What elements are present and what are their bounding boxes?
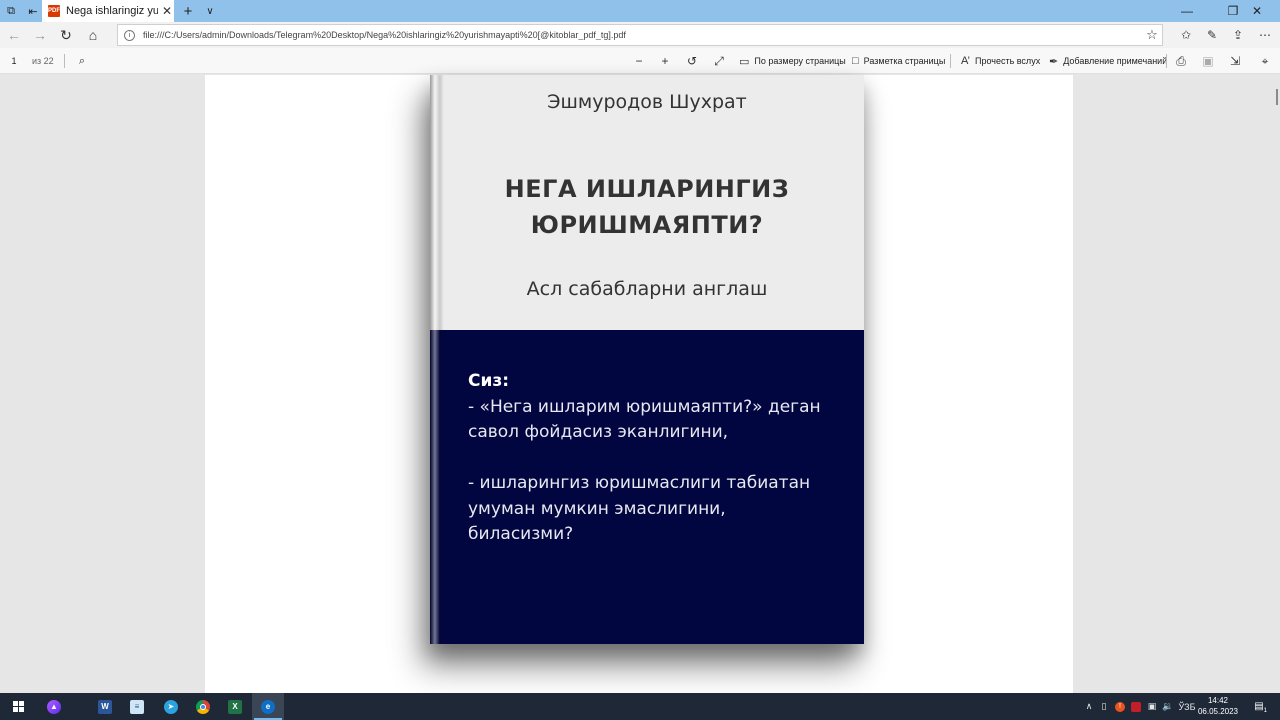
fit-page-label: По размеру страницы <box>754 56 846 66</box>
blurb-heading: Сиз: <box>468 371 510 391</box>
usb-icon[interactable]: ▯ <box>1097 693 1111 720</box>
home-icon[interactable]: ⌂ <box>80 22 106 48</box>
windows-icon <box>12 701 24 712</box>
book-title-line1: НЕГА ИШЛАРИНГИЗ <box>504 175 790 203</box>
add-notes-label: Добавление примечаний <box>1063 56 1168 66</box>
set-aside-tabs-icon[interactable]: ⇤ <box>22 0 44 22</box>
clock-time: 14:42 <box>1207 696 1229 705</box>
notification-count: 1 <box>1263 708 1267 714</box>
rotate-icon[interactable]: ↺ <box>683 48 701 74</box>
clock[interactable]: 14:42 06.05.2023 <box>1196 695 1240 717</box>
start-button[interactable] <box>6 693 30 720</box>
read-aloud-button[interactable]: A’ Прочесть вслух <box>961 48 1040 74</box>
blurb-line: - ишларингиз юришмаслиги табиатан <box>468 473 811 493</box>
info-icon[interactable]: i <box>124 29 135 41</box>
address-bar[interactable]: i file:///C:/Users/admin/Downloads/Teleg… <box>117 24 1163 46</box>
chrome-icon[interactable] <box>187 693 219 720</box>
taskbar: ▲ W ≡ ➤ X e ∧ ▯ ! ▣ 🔉 ЎЗБ 14:42 06.05.20… <box>0 693 1280 720</box>
forward-icon[interactable]: → <box>27 22 53 48</box>
book-title: НЕГА ИШЛАРИНГИЗ ЮРИШМАЯПТИ? <box>430 171 864 243</box>
blurb-gap <box>468 446 848 472</box>
chevron-down-icon[interactable]: ∨ <box>202 0 218 22</box>
favorite-star-icon[interactable]: ☆ <box>1142 27 1162 43</box>
blurb-line: - «Нега ишларим юришмаяпти?» деган <box>468 396 821 417</box>
alice-icon[interactable]: ▲ <box>38 693 70 720</box>
more-icon[interactable]: ⋯ <box>1252 22 1278 48</box>
add-notes-button[interactable]: ✒ Добавление примечаний <box>1049 48 1167 74</box>
search-icon[interactable]: ⌕ <box>72 48 92 74</box>
tab-active[interactable]: PDF Nega ishlaringiz yurishm ✕ <box>42 0 174 22</box>
tab-strip: ⧉ ⇤ PDF Nega ishlaringiz yurishm ✕ + ∨ —… <box>0 0 1280 22</box>
clock-date: 06.05.2023 <box>1197 707 1239 716</box>
fullscreen-icon[interactable]: ⤢ <box>710 48 728 74</box>
blurb-line: савол фойдасиз эканлигини, <box>468 422 729 442</box>
telegram-icon[interactable]: ➤ <box>155 693 187 720</box>
excel-icon[interactable]: X <box>219 693 251 720</box>
toolbar-divider <box>950 54 951 68</box>
save-as-icon[interactable]: ⇲ <box>1226 48 1244 74</box>
fit-page-button[interactable]: ▭ По размеру страницы <box>739 48 846 74</box>
url-text: file:///C:/Users/admin/Downloads/Telegra… <box>143 30 626 40</box>
language-indicator[interactable]: ЎЗБ <box>1178 693 1196 720</box>
page-layout-label: Разметка страницы <box>863 56 946 66</box>
cover-blurb: Сиз: - «Нега ишларим юришмаяпти?» деган … <box>468 369 848 548</box>
page-layout-button[interactable]: □ Разметка страницы <box>852 48 945 74</box>
blurb-line: умуман мумкин эмаслигини, <box>468 498 726 519</box>
blurb-line: биласизми? <box>468 524 574 544</box>
word-icon[interactable]: W <box>89 693 121 720</box>
close-icon[interactable]: ✕ <box>1234 0 1280 22</box>
favorites-icon[interactable]: ✩ <box>1173 22 1199 48</box>
read-aloud-icon: A’ <box>961 55 970 67</box>
tab-actions-icon[interactable]: ⧉ <box>0 0 22 22</box>
page-layout-icon: □ <box>852 55 859 67</box>
toolbar-divider <box>64 54 65 68</box>
book-cover: Эшмуродов Шухрат НЕГА ИШЛАРИНГИЗ ЮРИШМАЯ… <box>430 75 864 644</box>
page-number-input[interactable]: 1 <box>4 51 24 71</box>
web-note-icon[interactable]: ✎ <box>1199 22 1225 48</box>
book-subtitle: Асл сабабларни англаш <box>526 278 768 300</box>
pdf-icon: PDF <box>48 5 60 17</box>
cover-top: Эшмуродов Шухрат НЕГА ИШЛАРИНГИЗ ЮРИШМАЯ… <box>430 75 864 330</box>
pin-toolbar-icon[interactable]: ⌖ <box>1256 48 1274 74</box>
notification-icon[interactable]: ▤ 1 <box>1250 697 1268 715</box>
save-icon[interactable]: ▣ <box>1199 48 1217 74</box>
pdf-toolbar: 1 из 22 ⌕ − + ↺ ⤢ ▭ По размеру страницы … <box>0 48 1280 74</box>
tab-title: Nega ishlaringiz yurishm <box>66 5 158 17</box>
toolbar-divider <box>1166 54 1167 68</box>
zoom-out-icon[interactable]: − <box>630 48 648 74</box>
notepad-icon[interactable]: ≡ <box>121 693 153 720</box>
print-icon[interactable]: ⎙ <box>1172 48 1190 74</box>
back-icon[interactable]: ← <box>1 22 27 48</box>
alert-icon[interactable]: ! <box>1113 693 1127 720</box>
chevron-up-icon[interactable]: ∧ <box>1083 693 1095 720</box>
book-spine <box>430 75 444 644</box>
page-count-label: из 22 <box>32 56 54 66</box>
read-aloud-label: Прочесть вслух <box>974 56 1041 66</box>
network-icon[interactable]: ▣ <box>1145 693 1159 720</box>
share-icon[interactable]: ⇪ <box>1225 22 1251 48</box>
refresh-icon[interactable]: ↻ <box>53 22 79 48</box>
app-tray-icon[interactable] <box>1129 693 1143 720</box>
fit-page-icon: ▭ <box>739 55 750 68</box>
tab-close-icon[interactable]: ✕ <box>162 4 172 18</box>
pen-icon: ✒ <box>1049 55 1059 68</box>
new-tab-icon[interactable]: + <box>180 0 196 22</box>
author-name: Эшмуродов Шухрат <box>547 91 747 113</box>
volume-icon[interactable]: 🔉 <box>1161 693 1175 720</box>
book-title-line2: ЮРИШМАЯПТИ? <box>530 211 764 239</box>
minimize-icon[interactable]: — <box>1164 0 1210 22</box>
edge-icon[interactable]: e <box>252 693 284 720</box>
navigation-bar: ← → ↻ ⌂ i file:///C:/Users/admin/Downloa… <box>0 22 1280 48</box>
zoom-in-icon[interactable]: + <box>656 48 674 74</box>
scrollbar-thumb[interactable] <box>1276 89 1278 105</box>
